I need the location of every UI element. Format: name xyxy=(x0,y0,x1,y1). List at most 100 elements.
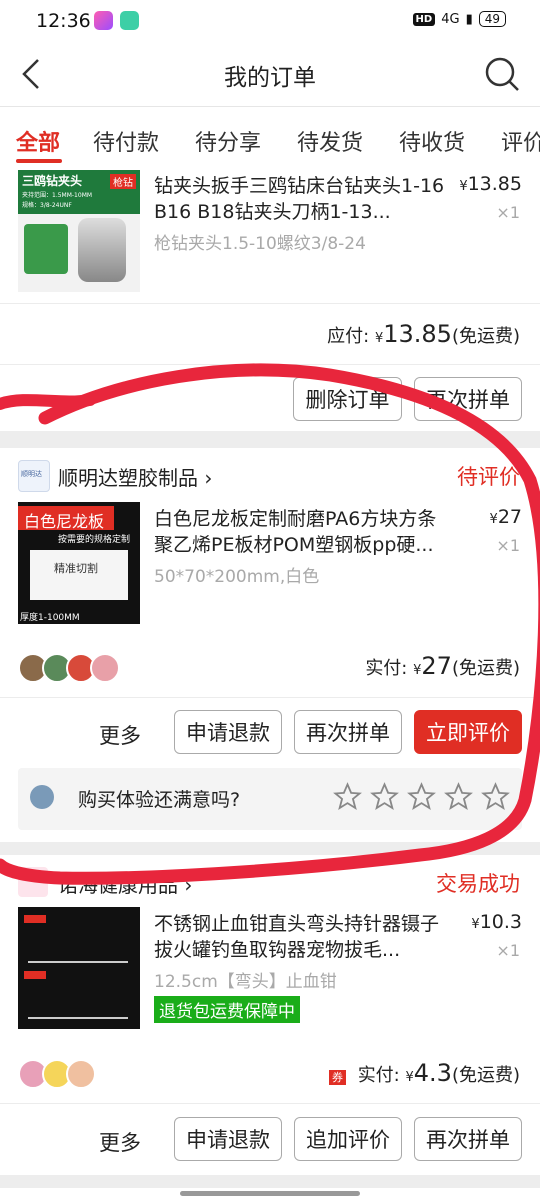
network-indicator: 4G xyxy=(441,11,460,27)
currency: ¥ xyxy=(471,917,480,932)
product-qty: ×1 xyxy=(496,941,520,960)
product-box xyxy=(24,224,68,274)
image-title: 三鸥钻夹头 xyxy=(22,174,83,188)
shop-name-text: 诺海健康用品 xyxy=(58,873,178,897)
image-tag xyxy=(24,915,46,923)
image-subtitle: 按需要的规格定制 xyxy=(58,535,131,545)
product-spec: 50*70*200mm,白色 xyxy=(154,567,320,587)
order-card-2: 顺明达 顺明达塑胶制品 › 待评价 白色尼龙板 按需要的规格定制 精准切割 厚度… xyxy=(0,448,540,842)
freight-guarantee-badge: 退货包运费保障中 xyxy=(154,996,300,1023)
product-price: ¥10.3 xyxy=(471,911,522,933)
pay-amount: 27 xyxy=(421,652,452,680)
tab-review[interactable]: 评价 xyxy=(501,125,540,157)
page-title: 我的订单 xyxy=(224,65,316,91)
image-thickness: 厚度1-100MM xyxy=(20,613,80,623)
product-qty: ×1 xyxy=(496,536,520,555)
product-name[interactable]: 白色尼龙板定制耐磨PA6方块方条聚乙烯PE板材POM塑钢板pp硬... xyxy=(154,506,450,558)
home-indicator[interactable] xyxy=(180,1191,360,1196)
divider xyxy=(0,364,540,365)
pay-label: 实付: xyxy=(357,1065,400,1086)
product-name[interactable]: 不锈钢止血钳直头弯头持针器镊子拔火罐钓鱼取钩器宠物拔毛... xyxy=(154,911,450,963)
nav-bar: 我的订单 xyxy=(0,42,540,107)
status-indicators: HD 4G ▮ 49 xyxy=(412,11,506,27)
image-tag: 枪钻 xyxy=(110,174,136,189)
payment-summary: 实付: ¥27(免运费) xyxy=(365,652,520,680)
refund-button[interactable]: 申请退款 xyxy=(174,1117,282,1161)
order-tabs: 全部 待付款 待分享 待发货 待收货 评价 xyxy=(0,107,540,165)
more-button[interactable]: 更多 xyxy=(99,720,141,750)
shipping-note: (免运费) xyxy=(451,658,520,679)
tab-all[interactable]: 全部 xyxy=(16,125,60,157)
currency: ¥ xyxy=(459,179,468,194)
pay-amount: 4.3 xyxy=(413,1059,452,1087)
status-bar: 12:36 HD 4G ▮ 49 xyxy=(0,0,540,42)
delete-order-button[interactable]: 删除订单 xyxy=(293,377,402,421)
forceps-row xyxy=(28,983,128,1019)
star-icon[interactable] xyxy=(481,782,510,811)
order-status: 交易成功 xyxy=(436,872,520,896)
tab-to-ship[interactable]: 待发货 xyxy=(297,125,363,157)
price-value: 10.3 xyxy=(479,911,522,933)
divider xyxy=(0,303,540,304)
image-tag xyxy=(24,971,46,979)
payment-summary: 券 实付: ¥4.3(免运费) xyxy=(328,1059,520,1087)
search-icon[interactable] xyxy=(482,54,522,94)
pay-label: 应付: xyxy=(327,326,370,347)
order-card-3: 诺海健康用品 › 交易成功 不锈钢止血钳直头弯头持针器镊子拔火罐钓鱼取钩器宠物拔… xyxy=(0,855,540,1175)
battery-icon: 49 xyxy=(478,11,506,27)
price-value: 13.85 xyxy=(467,173,522,195)
active-tab-underline xyxy=(16,159,62,163)
tab-to-share[interactable]: 待分享 xyxy=(195,125,261,157)
product-image[interactable]: 白色尼龙板 按需要的规格定制 精准切割 厚度1-100MM xyxy=(18,502,140,624)
forceps-row xyxy=(28,927,128,963)
drill-chuck xyxy=(78,218,126,282)
image-cut-label: 精准切割 xyxy=(54,562,98,575)
refund-button[interactable]: 申请退款 xyxy=(174,710,282,754)
star-icon[interactable] xyxy=(407,782,436,811)
buyer-avatars xyxy=(18,1059,96,1089)
signal-icon: ▮ xyxy=(465,11,473,27)
payment-summary: 应付: ¥13.85(免运费) xyxy=(327,320,520,348)
star-icon[interactable] xyxy=(444,782,473,811)
image-spec-1: 夹持范围：1.5MM-10MM xyxy=(22,192,93,199)
order-card-1: 三鸥钻夹头 枪钻 夹持范围：1.5MM-10MM 规格：3/8-24UNF 钻夹… xyxy=(0,165,540,431)
avatar xyxy=(66,1059,96,1089)
app-notification-icon xyxy=(94,11,113,30)
product-name[interactable]: 钻夹头扳手三鸥钻床台钻夹头1-16 B16 B18钻夹头刀柄1-13... xyxy=(154,173,450,225)
pay-amount: 13.85 xyxy=(383,320,452,348)
product-image[interactable]: 三鸥钻夹头 枪钻 夹持范围：1.5MM-10MM 规格：3/8-24UNF xyxy=(18,170,140,292)
star-icon[interactable] xyxy=(333,782,362,811)
tab-to-receive[interactable]: 待收货 xyxy=(399,125,465,157)
shop-logo[interactable]: 顺明达 xyxy=(18,460,50,492)
shop-logo[interactable] xyxy=(18,867,48,897)
status-time: 12:36 xyxy=(36,10,91,32)
currency: ¥ xyxy=(489,512,498,527)
product-price: ¥13.85 xyxy=(459,173,522,195)
product-image[interactable] xyxy=(18,907,140,1029)
more-button[interactable]: 更多 xyxy=(99,1127,141,1157)
shipping-note: (免运费) xyxy=(451,326,520,347)
shop-name[interactable]: 顺明达塑胶制品 › xyxy=(58,462,212,491)
chevron-right-icon: › xyxy=(184,873,193,897)
divider xyxy=(0,1103,540,1104)
shop-name[interactable]: 诺海健康用品 › xyxy=(58,869,192,898)
rebuy-button[interactable]: 再次拼单 xyxy=(294,710,402,754)
review-now-button[interactable]: 立即评价 xyxy=(414,710,522,754)
phone-app-icon xyxy=(120,11,139,30)
add-review-button[interactable]: 追加评价 xyxy=(294,1117,402,1161)
star-icon[interactable] xyxy=(370,782,399,811)
divider xyxy=(0,697,540,698)
product-price: ¥27 xyxy=(490,506,522,528)
pay-label: 实付: xyxy=(365,658,408,679)
rebuy-button[interactable]: 再次拼单 xyxy=(414,377,522,421)
rating-question: 购买体验还满意吗? xyxy=(78,789,241,811)
hd-icon: HD xyxy=(412,12,436,26)
buyer-avatars xyxy=(18,653,120,683)
pay-currency: ¥ xyxy=(374,331,384,346)
pay-currency: ¥ xyxy=(405,1070,414,1085)
rebuy-button[interactable]: 再次拼单 xyxy=(414,1117,522,1161)
tab-unpaid[interactable]: 待付款 xyxy=(93,125,159,157)
shop-logo-text: 顺明达 xyxy=(21,470,42,478)
coupon-icon: 券 xyxy=(328,1070,346,1085)
shop-name-text: 顺明达塑胶制品 xyxy=(58,466,198,490)
